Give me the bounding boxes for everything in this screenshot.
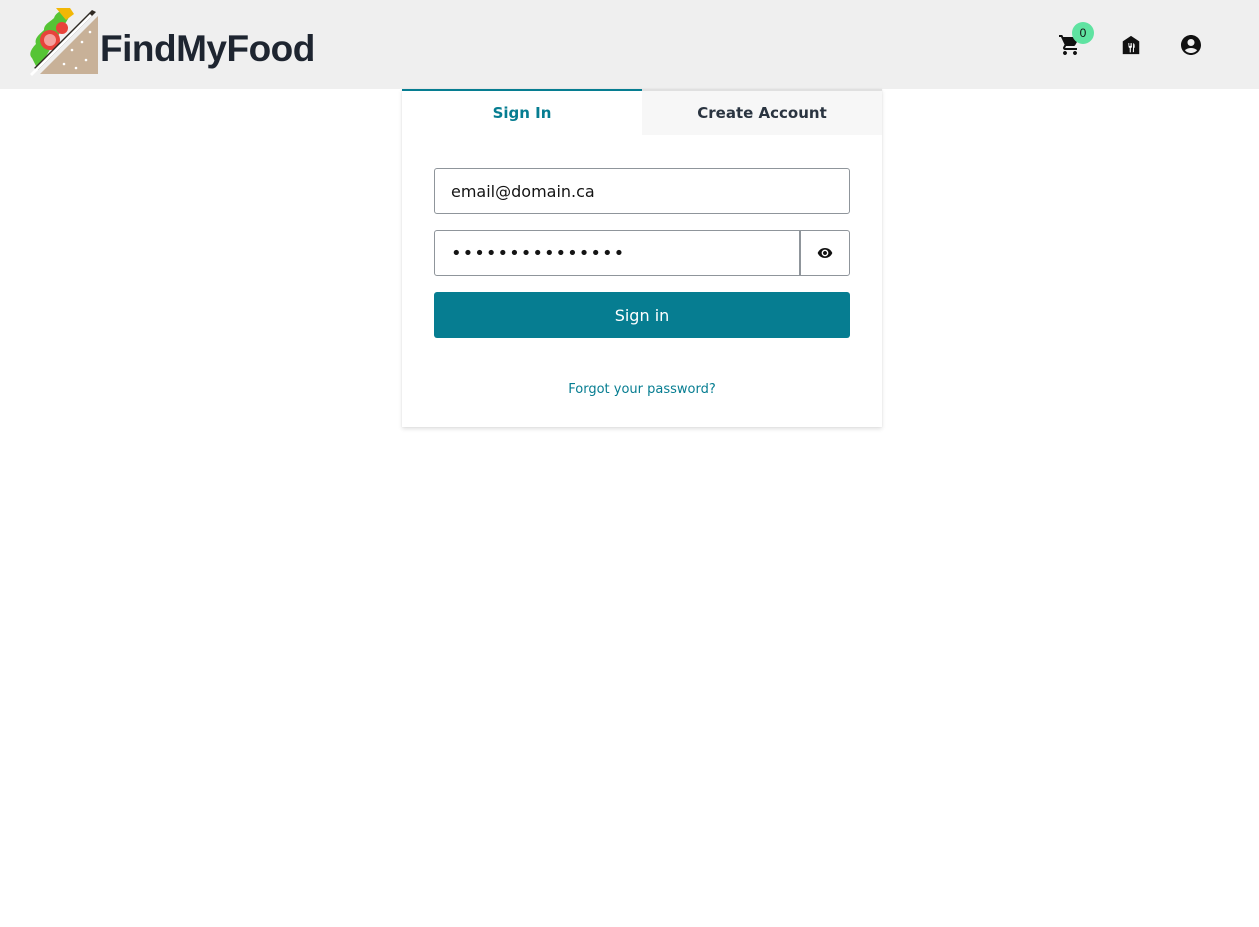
tab-sign-in[interactable]: Sign In [402,89,642,135]
sign-in-button[interactable]: Sign in [434,292,850,338]
site-logo[interactable]: FindMyFood [26,4,316,76]
auth-tabs: Sign In Create Account [402,89,882,135]
tab-create-account[interactable]: Create Account [642,89,882,135]
account-icon [1181,35,1201,55]
password-field[interactable] [434,230,800,276]
restaurant-icon [1122,35,1140,55]
auth-card: Sign In Create Account Sign in Forgot yo… [402,89,882,427]
eye-icon [817,248,833,258]
top-navbar: FindMyFood 0 [0,0,1259,89]
cart-count-badge: 0 [1072,22,1094,44]
email-field[interactable] [434,168,850,214]
sandwich-logo-icon [30,8,98,76]
account-button[interactable] [1179,33,1203,57]
logo-text: FindMyFood [100,28,315,69]
restaurant-button[interactable] [1119,33,1143,57]
forgot-password-link[interactable]: Forgot your password? [402,382,882,397]
show-password-button[interactable] [800,230,850,276]
